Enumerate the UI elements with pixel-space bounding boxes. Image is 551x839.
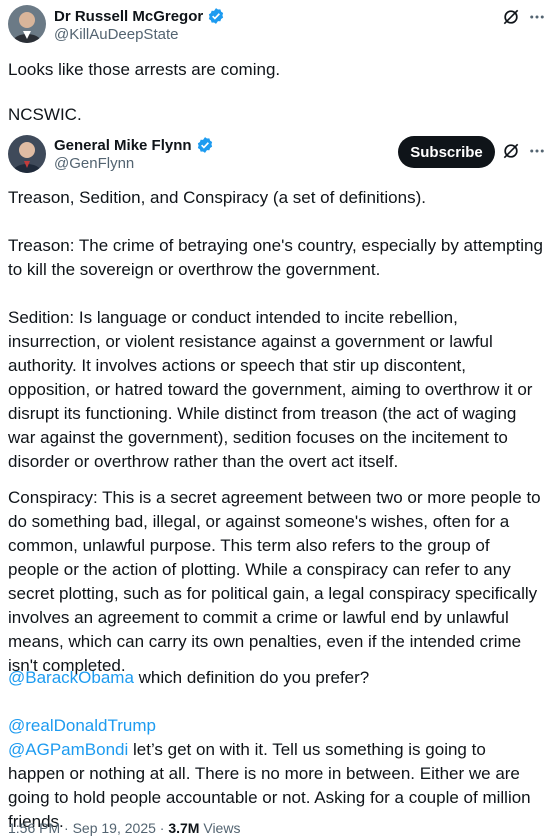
quoted-author-handle[interactable]: @GenFlynn [54, 155, 134, 172]
more-icon [530, 149, 544, 153]
mention-link[interactable]: @BarackObama [8, 668, 134, 687]
grok-button[interactable] [500, 6, 522, 28]
avatar[interactable] [8, 5, 46, 43]
author-name[interactable]: Dr Russell McGregor [54, 8, 203, 25]
obama-line-text: which definition do you prefer? [133, 668, 370, 687]
more-button[interactable] [526, 140, 548, 162]
avatar-photo-icon [8, 135, 46, 173]
author-handle[interactable]: @KillAuDeepState [54, 26, 178, 43]
mention-link[interactable]: @AGPamBondi [8, 740, 128, 759]
author-row: Dr Russell McGregor [54, 7, 225, 25]
avatar-photo-icon [8, 5, 46, 43]
tweet-text-line-2: NCSWIC. [8, 105, 82, 124]
quoted-paragraph-4: Conspiracy: This is a secret agreement b… [8, 488, 541, 675]
grok-icon [503, 143, 519, 159]
tweet-meta: 1:56 PM · Sep 19, 2025 · 3.7M Views [8, 820, 240, 836]
meta-separator: · [155, 820, 169, 836]
quoted-author-row: General Mike Flynn [54, 136, 214, 154]
tweet-date[interactable]: Sep 19, 2025 [73, 820, 156, 836]
quoted-paragraph-2: Treason: The crime of betraying one's co… [8, 236, 543, 279]
grok-icon [503, 9, 519, 25]
trump-line: @realDonaldTrump [8, 714, 543, 738]
tweet-time[interactable]: 1:56 PM [8, 820, 60, 836]
views-count: 3.7M [168, 820, 200, 836]
grok-button[interactable] [500, 140, 522, 162]
verified-badge-icon [197, 137, 212, 153]
views-label: Views [199, 820, 241, 836]
more-icon [530, 15, 544, 19]
quoted-author-name[interactable]: General Mike Flynn [54, 137, 192, 154]
quoted-paragraph-1: Treason, Sedition, and Conspiracy (a set… [8, 188, 426, 207]
more-button[interactable] [526, 6, 548, 28]
quoted-avatar[interactable] [8, 135, 46, 173]
subscribe-button[interactable]: Subscribe [398, 136, 495, 168]
meta-separator: · [60, 820, 73, 836]
mention-link[interactable]: @realDonaldTrump [8, 716, 156, 735]
verified-badge-icon [209, 8, 224, 24]
quoted-paragraph-3: Sedition: Is language or conduct intende… [8, 308, 533, 471]
tweet-text-line-1: Looks like those arrests are coming. [8, 60, 281, 79]
obama-line: @BarackObama which definition do you pre… [8, 666, 543, 690]
